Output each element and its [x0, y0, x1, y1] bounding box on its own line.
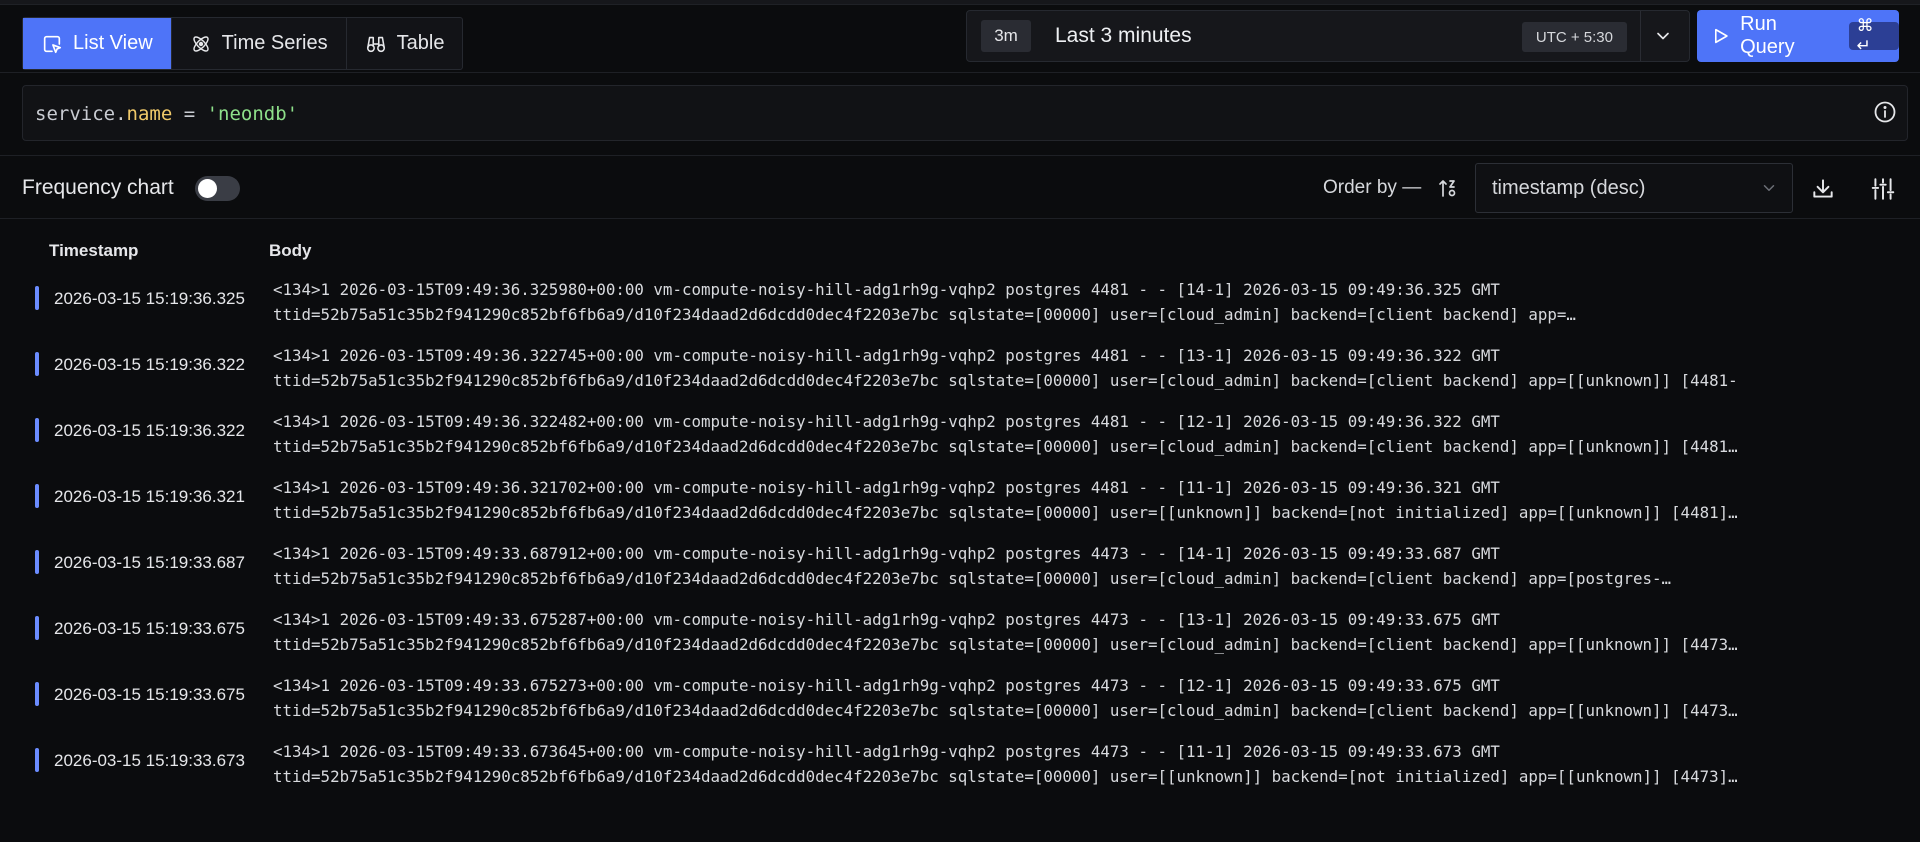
- toggle-knob: [198, 179, 217, 198]
- sliders-icon[interactable]: [1870, 176, 1896, 202]
- tab-label: List View: [73, 32, 153, 54]
- log-timestamp: 2026-03-15 15:19:33.675: [54, 685, 245, 704]
- divider: [0, 72, 1920, 73]
- order-by-value: timestamp (desc): [1492, 176, 1646, 199]
- log-timestamp: 2026-03-15 15:19:36.322: [54, 355, 245, 374]
- log-severity-bar: [35, 550, 39, 574]
- log-severity-bar: [35, 748, 39, 772]
- run-query-label: Run Query: [1740, 13, 1795, 58]
- chevron-down-icon: [1763, 185, 1775, 191]
- log-row[interactable]: 2026-03-15 15:19:33.673 <134>1 2026-03-1…: [0, 732, 1920, 798]
- log-severity-bar: [35, 352, 39, 376]
- tab-table[interactable]: Table: [347, 18, 463, 69]
- log-severity-bar: [35, 418, 39, 442]
- log-row[interactable]: 2026-03-15 15:19:36.322 <134>1 2026-03-1…: [0, 336, 1920, 402]
- list-cursor-icon: [43, 35, 62, 53]
- column-header-timestamp[interactable]: Timestamp: [49, 241, 138, 261]
- log-timestamp: 2026-03-15 15:19:33.673: [54, 751, 245, 770]
- frequency-chart-label: Frequency chart: [22, 176, 174, 199]
- log-row[interactable]: 2026-03-15 15:19:36.321 <134>1 2026-03-1…: [0, 468, 1920, 534]
- timezone-badge[interactable]: UTC + 5:30: [1521, 22, 1627, 52]
- info-icon[interactable]: [1873, 100, 1897, 124]
- log-body: <134>1 2026-03-15T09:49:36.321702+00:00 …: [273, 478, 1738, 522]
- download-icon[interactable]: [1810, 176, 1836, 202]
- log-row[interactable]: 2026-03-15 15:19:33.675 <134>1 2026-03-1…: [0, 666, 1920, 732]
- query-input[interactable]: service.name = 'neondb': [22, 85, 1908, 141]
- tab-time-series[interactable]: Time Series: [172, 18, 347, 69]
- log-body: <134>1 2026-03-15T09:49:36.322482+00:00 …: [273, 412, 1738, 456]
- frequency-chart-toggle[interactable]: [195, 176, 240, 201]
- keyboard-shortcut: ⌘ ↵: [1848, 16, 1899, 55]
- run-query-button[interactable]: Run Query ⌘ ↵: [1697, 10, 1899, 62]
- chevron-down-icon[interactable]: [1653, 26, 1673, 46]
- log-row[interactable]: 2026-03-15 15:19:36.322 <134>1 2026-03-1…: [0, 402, 1920, 468]
- tab-label: Table: [396, 32, 445, 54]
- log-body: <134>1 2026-03-15T09:49:33.673645+00:00 …: [273, 742, 1738, 786]
- binoculars-icon: [366, 36, 385, 52]
- divider: [1640, 11, 1641, 61]
- log-timestamp: 2026-03-15 15:19:33.675: [54, 619, 245, 638]
- view-tabs: List View Time Series Table: [22, 17, 464, 70]
- log-severity-bar: [35, 286, 39, 310]
- sort-order-icon[interactable]: [1436, 176, 1460, 200]
- log-row[interactable]: 2026-03-15 15:19:36.325 <134>1 2026-03-1…: [0, 270, 1920, 336]
- play-icon: [1714, 28, 1728, 44]
- log-severity-bar: [35, 616, 39, 640]
- column-header-body[interactable]: Body: [269, 241, 312, 261]
- time-range-picker[interactable]: 3m Last 3 minutes UTC + 5:30: [966, 10, 1690, 62]
- log-body: <134>1 2026-03-15T09:49:36.325980+00:00 …: [273, 280, 1576, 324]
- order-by-label: Order by —: [1323, 177, 1422, 198]
- log-timestamp: 2026-03-15 15:19:36.321: [54, 487, 245, 506]
- log-body: <134>1 2026-03-15T09:49:33.687912+00:00 …: [273, 544, 1672, 588]
- window-top-edge: [0, 0, 1920, 5]
- tab-list-view[interactable]: List View: [23, 18, 172, 69]
- log-severity-bar: [35, 682, 39, 706]
- divider: [0, 218, 1920, 219]
- time-range-chip: 3m: [981, 20, 1031, 52]
- log-timestamp: 2026-03-15 15:19:33.687: [54, 553, 245, 572]
- log-timestamp: 2026-03-15 15:19:36.322: [54, 421, 245, 440]
- log-row[interactable]: 2026-03-15 15:19:33.687 <134>1 2026-03-1…: [0, 534, 1920, 600]
- log-severity-bar: [35, 484, 39, 508]
- log-body: <134>1 2026-03-15T09:49:36.322745+00:00 …: [273, 346, 1738, 390]
- query-text: service.name = 'neondb': [35, 103, 299, 125]
- atom-icon: [192, 35, 209, 52]
- log-body: <134>1 2026-03-15T09:49:33.675273+00:00 …: [273, 676, 1738, 720]
- order-by-select[interactable]: timestamp (desc): [1475, 163, 1793, 213]
- log-body: <134>1 2026-03-15T09:49:33.675287+00:00 …: [273, 610, 1738, 654]
- tab-label: Time Series: [221, 32, 328, 54]
- log-timestamp: 2026-03-15 15:19:36.325: [54, 289, 245, 308]
- divider: [0, 155, 1920, 156]
- log-row[interactable]: 2026-03-15 15:19:33.675 <134>1 2026-03-1…: [0, 600, 1920, 666]
- time-range-label: Last 3 minutes: [1055, 24, 1192, 47]
